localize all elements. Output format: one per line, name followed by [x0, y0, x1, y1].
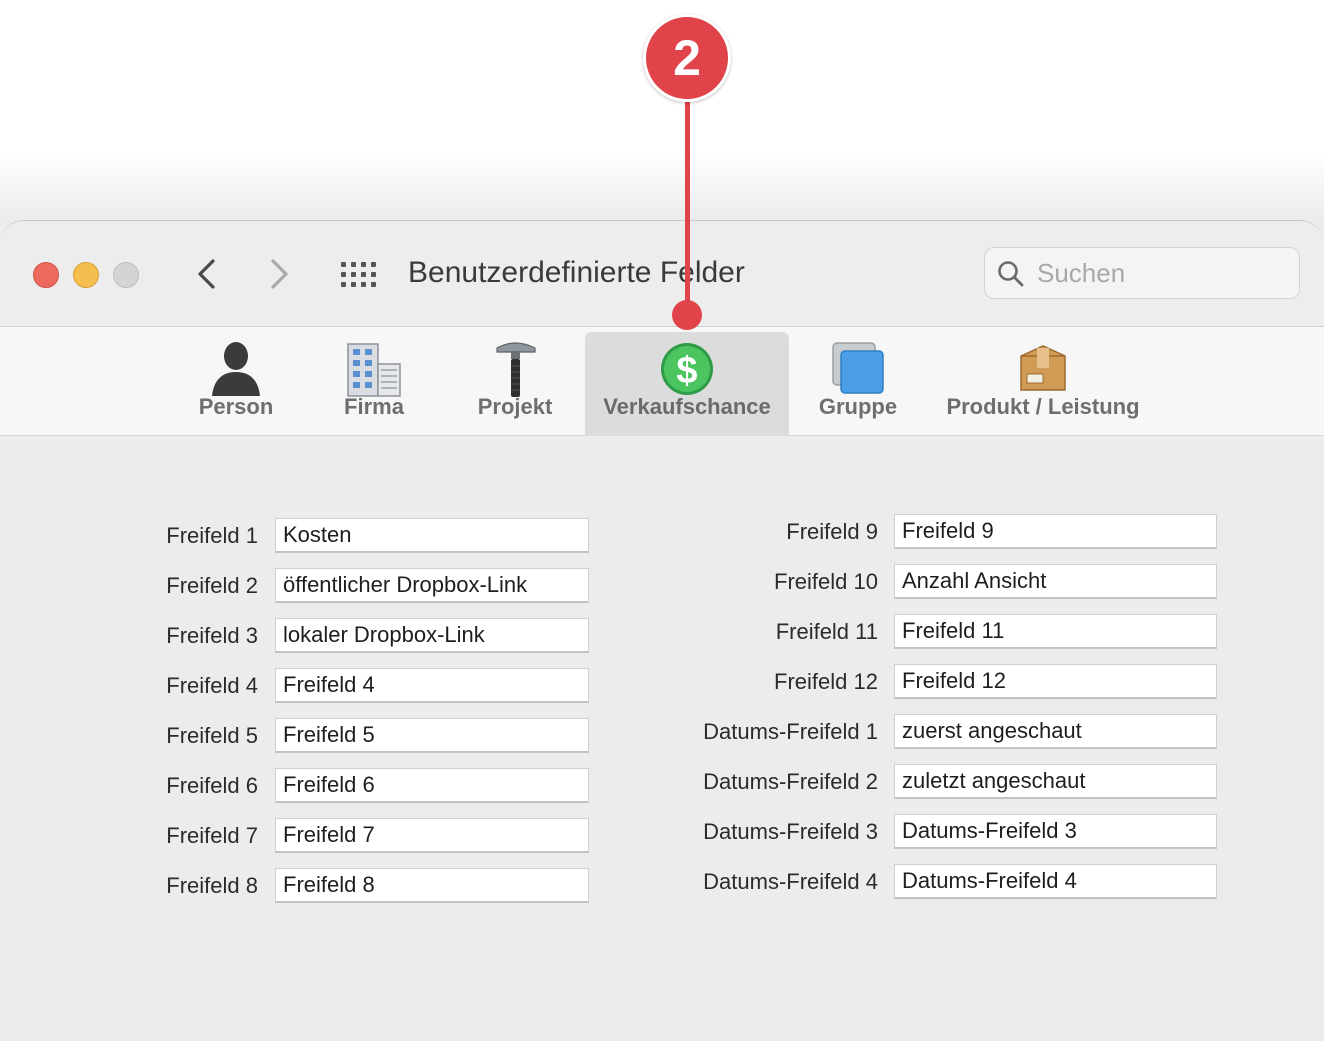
tab-label: Firma	[344, 394, 404, 419]
field-row: Datums-Freifeld 2 zuletzt angeschaut	[0, 764, 1324, 800]
field-label: Freifeld 10	[774, 569, 878, 594]
search-input[interactable]	[1037, 254, 1287, 292]
callout-line	[685, 96, 690, 314]
tab-label: Produkt / Leistung	[946, 394, 1140, 419]
grid-icon	[341, 262, 376, 287]
group-icon	[832, 342, 884, 394]
field-row: Datums-Freifeld 4 Datums-Freifeld 4	[0, 864, 1324, 900]
tab-label: Gruppe	[818, 394, 898, 419]
tab-gruppe[interactable]: Gruppe	[808, 332, 908, 436]
field-label: Freifeld 9	[786, 519, 878, 544]
callout-badge: 2	[643, 14, 731, 102]
field-row: Datums-Freifeld 3 Datums-Freifeld 3	[0, 814, 1324, 850]
field-row: Freifeld 9 Freifeld 9	[0, 514, 1324, 550]
field-row: Freifeld 11 Freifeld 11	[0, 614, 1324, 650]
tab-person[interactable]: Person	[184, 332, 288, 436]
window-title: Benutzerdefinierte Felder	[408, 256, 745, 289]
field-row: Freifeld 12 Freifeld 12	[0, 664, 1324, 700]
tab-verkaufschance[interactable]: $ Verkaufschance	[585, 332, 789, 436]
person-icon	[212, 342, 260, 396]
field-input[interactable]: zuletzt angeschaut	[894, 764, 1217, 799]
tab-label: Projekt	[477, 394, 553, 419]
minimize-window-button[interactable]	[73, 262, 99, 288]
category-toolbar: Person Firma Projekt $ Verkaufschance Gr…	[0, 327, 1324, 436]
field-row: Datums-Freifeld 1 zuerst angeschaut	[0, 714, 1324, 750]
building-icon	[347, 343, 401, 397]
forward-button[interactable]	[264, 257, 294, 291]
field-label: Datums-Freifeld 4	[703, 869, 878, 894]
show-all-button[interactable]	[340, 261, 378, 289]
field-input[interactable]: Datums-Freifeld 3	[894, 814, 1217, 849]
field-input[interactable]: Anzahl Ansicht	[894, 564, 1217, 599]
field-input[interactable]: zuerst angeschaut	[894, 714, 1217, 749]
tab-firma[interactable]: Firma	[324, 332, 424, 436]
field-row: Freifeld 10 Anzahl Ansicht	[0, 564, 1324, 600]
field-input[interactable]: Freifeld 12	[894, 664, 1217, 699]
svg-text:$: $	[676, 350, 697, 392]
tab-produkt-leistung[interactable]: Produkt / Leistung	[936, 332, 1150, 436]
chevron-left-icon	[198, 259, 215, 289]
chevron-right-icon	[271, 259, 288, 289]
tab-label: Verkaufschance	[603, 394, 771, 419]
callout-dot	[672, 300, 702, 330]
field-label: Datums-Freifeld 2	[703, 769, 878, 794]
field-label: Datums-Freifeld 1	[703, 719, 878, 744]
title-bar: Benutzerdefinierte Felder	[0, 221, 1324, 327]
field-input[interactable]: Freifeld 9	[894, 514, 1217, 549]
search-field[interactable]	[984, 247, 1300, 299]
close-window-button[interactable]	[33, 262, 59, 288]
field-input[interactable]: Datums-Freifeld 4	[894, 864, 1217, 899]
preferences-window: Benutzerdefinierte Felder Person	[0, 220, 1324, 1041]
dollar-icon: $	[661, 343, 713, 395]
tab-projekt[interactable]: Projekt	[462, 332, 568, 436]
field-label: Freifeld 12	[774, 669, 878, 694]
search-icon	[998, 261, 1024, 287]
field-label: Datums-Freifeld 3	[703, 819, 878, 844]
field-label: Freifeld 11	[775, 619, 878, 644]
back-button[interactable]	[192, 257, 222, 291]
field-input[interactable]: Freifeld 11	[894, 614, 1217, 649]
tab-label: Person	[198, 394, 274, 419]
zoom-window-button[interactable]	[113, 262, 139, 288]
box-icon	[1020, 345, 1066, 391]
hammer-icon	[496, 342, 536, 397]
